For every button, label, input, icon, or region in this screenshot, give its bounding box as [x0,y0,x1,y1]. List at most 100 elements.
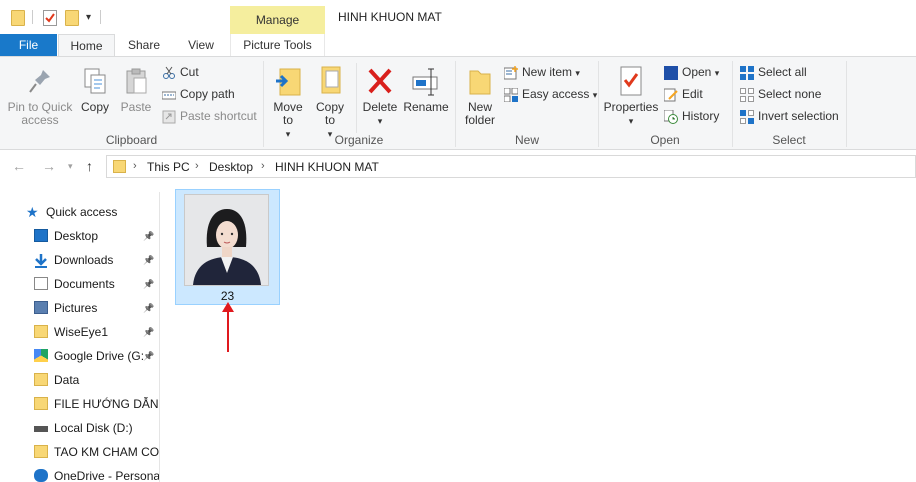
nav-item[interactable]: TAO KM CHAM CO [0,441,159,463]
nav-item[interactable]: Pictures 📌 [0,297,159,319]
folder-icon [11,10,25,26]
move-to-button[interactable]: Move to ▾ [270,65,306,141]
download-icon [34,253,48,268]
select-none-icon [740,87,754,102]
easy-access-icon [503,87,519,103]
copy-path-label: Copy path [180,87,235,101]
tab-manage[interactable]: Manage [230,6,325,34]
nav-item-label: Desktop [54,229,99,243]
easy-access-button[interactable]: Easy access ▾ [503,85,597,103]
nav-item-label: Local Disk (D:) [54,421,133,435]
breadcrumb-this-pc[interactable]: This PC [147,160,190,174]
nav-item-label: FILE HƯỚNG DẪN [54,397,159,411]
up-arrow-icon[interactable]: ↑ [86,158,93,174]
select-all-button[interactable]: Select all [740,63,807,81]
rename-icon [411,65,441,97]
tab-share[interactable]: Share [118,34,170,56]
select-all-label: Select all [758,65,807,79]
group-divider [846,61,847,147]
breadcrumb-separator[interactable]: › [261,160,265,172]
breadcrumb-desktop[interactable]: Desktop [209,160,253,174]
copy-path-button[interactable]: Copy path [161,85,235,103]
divider [100,10,101,24]
pin-label: Pin to Quick access [7,100,73,127]
tab-picture-tools[interactable]: Picture Tools [230,34,325,56]
invert-selection-button[interactable]: Invert selection [740,107,839,125]
nav-item[interactable]: Documents 📌 [0,273,159,295]
clipboard-group-label: Clipboard [105,133,158,147]
open-button[interactable]: Open ▾ [664,63,719,81]
file-item[interactable]: 23 [175,189,280,305]
documents-icon [34,277,48,290]
breadcrumb-separator[interactable]: › [133,160,137,172]
cut-label: Cut [180,65,199,79]
select-none-button[interactable]: Select none [740,85,821,103]
copy-to-button[interactable]: Copy to ▾ [312,65,348,141]
new-item-button[interactable]: New item ▾ [503,63,580,81]
pin-icon [27,67,53,97]
new-group-label: New [514,133,539,147]
edit-label: Edit [682,87,703,101]
edit-icon [663,88,678,102]
pin-icon[interactable]: 📌 [143,225,154,247]
nav-item[interactable]: Local Disk (D:) [0,417,159,439]
new-item-icon [503,65,518,80]
copy-button[interactable]: Copy [78,67,112,114]
history-button[interactable]: History [663,107,720,125]
edit-button[interactable]: Edit [663,85,703,103]
pin-icon[interactable]: 📌 [143,345,154,367]
pin-icon[interactable]: 📌 [143,297,154,319]
paste-button[interactable]: Paste [118,67,154,114]
properties-quick-icon[interactable] [43,10,57,26]
invert-selection-label: Invert selection [758,109,839,123]
delete-button[interactable]: Delete ▾ [362,65,398,128]
tab-home[interactable]: Home [58,34,115,57]
google-drive-icon [34,349,48,362]
paste-shortcut-button[interactable]: Paste shortcut [162,107,257,125]
copy-to-icon [316,65,344,97]
select-group-label: Select [772,133,806,147]
pin-to-quick-access-button[interactable]: Pin to Quick access [4,67,76,127]
move-to-icon [274,65,302,97]
forward-arrow-icon[interactable]: → [42,158,56,174]
rename-button[interactable]: Rename [403,65,449,114]
select-all-icon [740,65,754,80]
pin-icon[interactable]: 📌 [143,321,154,343]
new-folder-button[interactable]: New folder [461,65,499,127]
folder-icon [34,373,48,386]
nav-item-label: Data [54,373,80,387]
properties-button[interactable]: Properties ▾ [602,65,660,128]
history-label: History [682,109,720,123]
pin-icon[interactable]: 📌 [143,249,154,271]
nav-item[interactable]: Google Drive (G: 📌 [0,345,159,367]
move-to-label: Move to [273,100,303,127]
history-icon [663,109,678,124]
nav-item[interactable]: Downloads 📌 [0,249,159,271]
customize-toolbar-icon[interactable]: ▾ [86,12,91,23]
desktop-icon [34,229,48,242]
delete-icon [366,65,394,97]
copy-to-label: Copy to [315,100,344,127]
cut-button[interactable]: Cut [162,63,199,81]
divider [32,10,33,24]
tab-file[interactable]: File [0,34,57,56]
new-item-label: New item [522,65,573,79]
nav-item[interactable]: WiseEye1 📌 [0,321,159,343]
copy-label: Copy [80,100,109,114]
back-arrow-icon[interactable]: ← [12,158,26,174]
nav-item[interactable]: OneDrive - Personal [0,465,159,482]
nav-item[interactable]: Desktop 📌 [0,225,159,247]
recent-locations-chevron-icon[interactable]: ▾ [68,161,73,172]
address-box[interactable]: › This PC › Desktop › HINH KHUON MAT [106,155,916,178]
tab-view[interactable]: View [176,34,226,56]
new-folder-quick-icon[interactable] [65,10,79,26]
nav-label: Quick access [46,205,118,219]
copy-path-icon [161,88,177,102]
nav-quick-access[interactable]: ★ Quick access [0,201,159,223]
annotation-arrow [222,302,234,352]
pin-icon[interactable]: 📌 [143,273,154,295]
breadcrumb-separator[interactable]: › [195,160,199,172]
nav-item[interactable]: Data [0,369,159,391]
breadcrumb-current-folder[interactable]: HINH KHUON MAT [275,160,379,174]
nav-item[interactable]: FILE HƯỚNG DẪN [0,393,159,415]
